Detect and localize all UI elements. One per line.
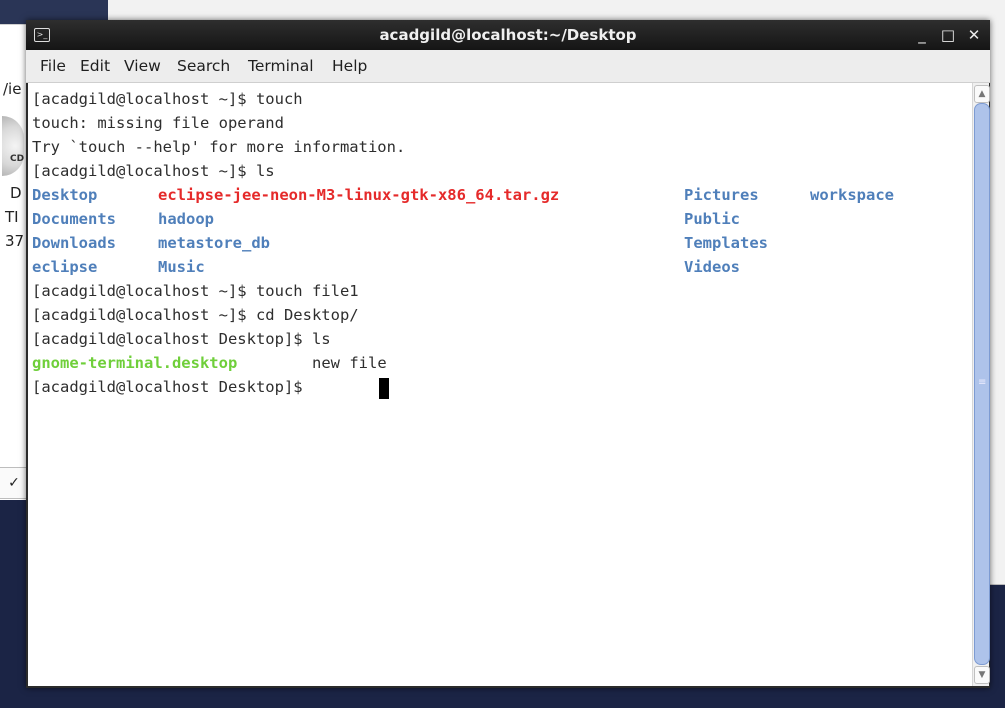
background-text-view: /ie (3, 80, 22, 98)
scroll-up-icon[interactable]: ▲ (974, 85, 990, 103)
menu-bar: File Edit View Search Terminal Help (26, 50, 990, 83)
menu-file[interactable]: File (40, 50, 66, 82)
ls-entry-dir: Pictures (684, 186, 759, 204)
ls-entry-dir: workspace (810, 186, 894, 204)
ls-entry-dir: hadoop (158, 210, 214, 228)
cd-drive-icon: CD (2, 116, 24, 176)
ls-entry-dir: Templates (684, 234, 768, 252)
background-text-ti: TI (5, 208, 19, 226)
text-cursor (379, 378, 389, 399)
terminal-line: [acadgild@localhost ~]$ ls (32, 162, 275, 180)
ls-entry-archive: eclipse-jee-neon-M3-linux-gtk-x86_64.tar… (158, 186, 560, 204)
menu-view[interactable]: View (124, 50, 161, 82)
terminal-line: [acadgild@localhost Desktop]$ ls (32, 330, 331, 348)
menu-edit[interactable]: Edit (80, 50, 110, 82)
chevron-down-icon[interactable]: ✓ (0, 467, 29, 499)
scroll-thumb[interactable]: ≡ (974, 103, 990, 665)
scroll-down-icon[interactable]: ▼ (974, 666, 990, 684)
ls-row: Desktop eclipse-jee-neon-M3-linux-gtk-x8… (32, 183, 962, 207)
window-title: acadgild@localhost:~/Desktop (379, 26, 637, 44)
minimize-button[interactable]: _ (910, 20, 934, 50)
terminal-line: touch: missing file operand (32, 114, 284, 132)
ls-entry-dir: Public (684, 210, 740, 228)
ls-entry-dir: metastore_db (158, 234, 270, 252)
terminal-output[interactable]: [acadgild@localhost ~]$ touch touch: mis… (28, 83, 972, 686)
ls-row: Downloads metastore_db Templates (32, 231, 962, 255)
ls-row: eclipse Music Videos (32, 255, 962, 279)
ls-entry-dir: Music (158, 258, 205, 276)
ls-entry-dir: Desktop (32, 186, 98, 204)
background-text-d: D (10, 184, 22, 202)
close-button[interactable]: ✕ (962, 20, 986, 50)
menu-search[interactable]: Search (177, 50, 230, 82)
terminal-window: >_ acadgild@localhost:~/Desktop _ □ ✕ Fi… (26, 20, 990, 688)
terminal-prompt: [acadgild@localhost Desktop]$ (32, 378, 312, 396)
background-scrollbar (988, 24, 1005, 585)
vertical-scrollbar[interactable]: ▲ ≡ ▼ (972, 83, 990, 686)
terminal-line: [acadgild@localhost ~]$ touch (32, 90, 303, 108)
ls-entry-dir: eclipse (32, 258, 98, 276)
ls-entry-dir: Videos (684, 258, 740, 276)
background-text-37: 37 (5, 232, 25, 250)
ls-row: gnome-terminal.desktop new file (32, 351, 532, 375)
menu-help[interactable]: Help (332, 50, 367, 82)
ls-entry-dir: Downloads (32, 234, 116, 252)
ls-entry-file: new file (312, 354, 387, 372)
ls-row: Documents hadoop Public (32, 207, 962, 231)
menu-terminal[interactable]: Terminal (248, 50, 314, 82)
terminal-line: [acadgild@localhost ~]$ cd Desktop/ (32, 306, 359, 324)
ls-entry-dir: Documents (32, 210, 116, 228)
terminal-line: [acadgild@localhost ~]$ touch file1 (32, 282, 359, 300)
maximize-button[interactable]: □ (936, 20, 960, 50)
title-bar[interactable]: >_ acadgild@localhost:~/Desktop _ □ ✕ (26, 20, 990, 50)
ls-entry-executable: gnome-terminal.desktop (32, 354, 238, 372)
terminal-line: Try `touch --help' for more information. (32, 138, 406, 156)
